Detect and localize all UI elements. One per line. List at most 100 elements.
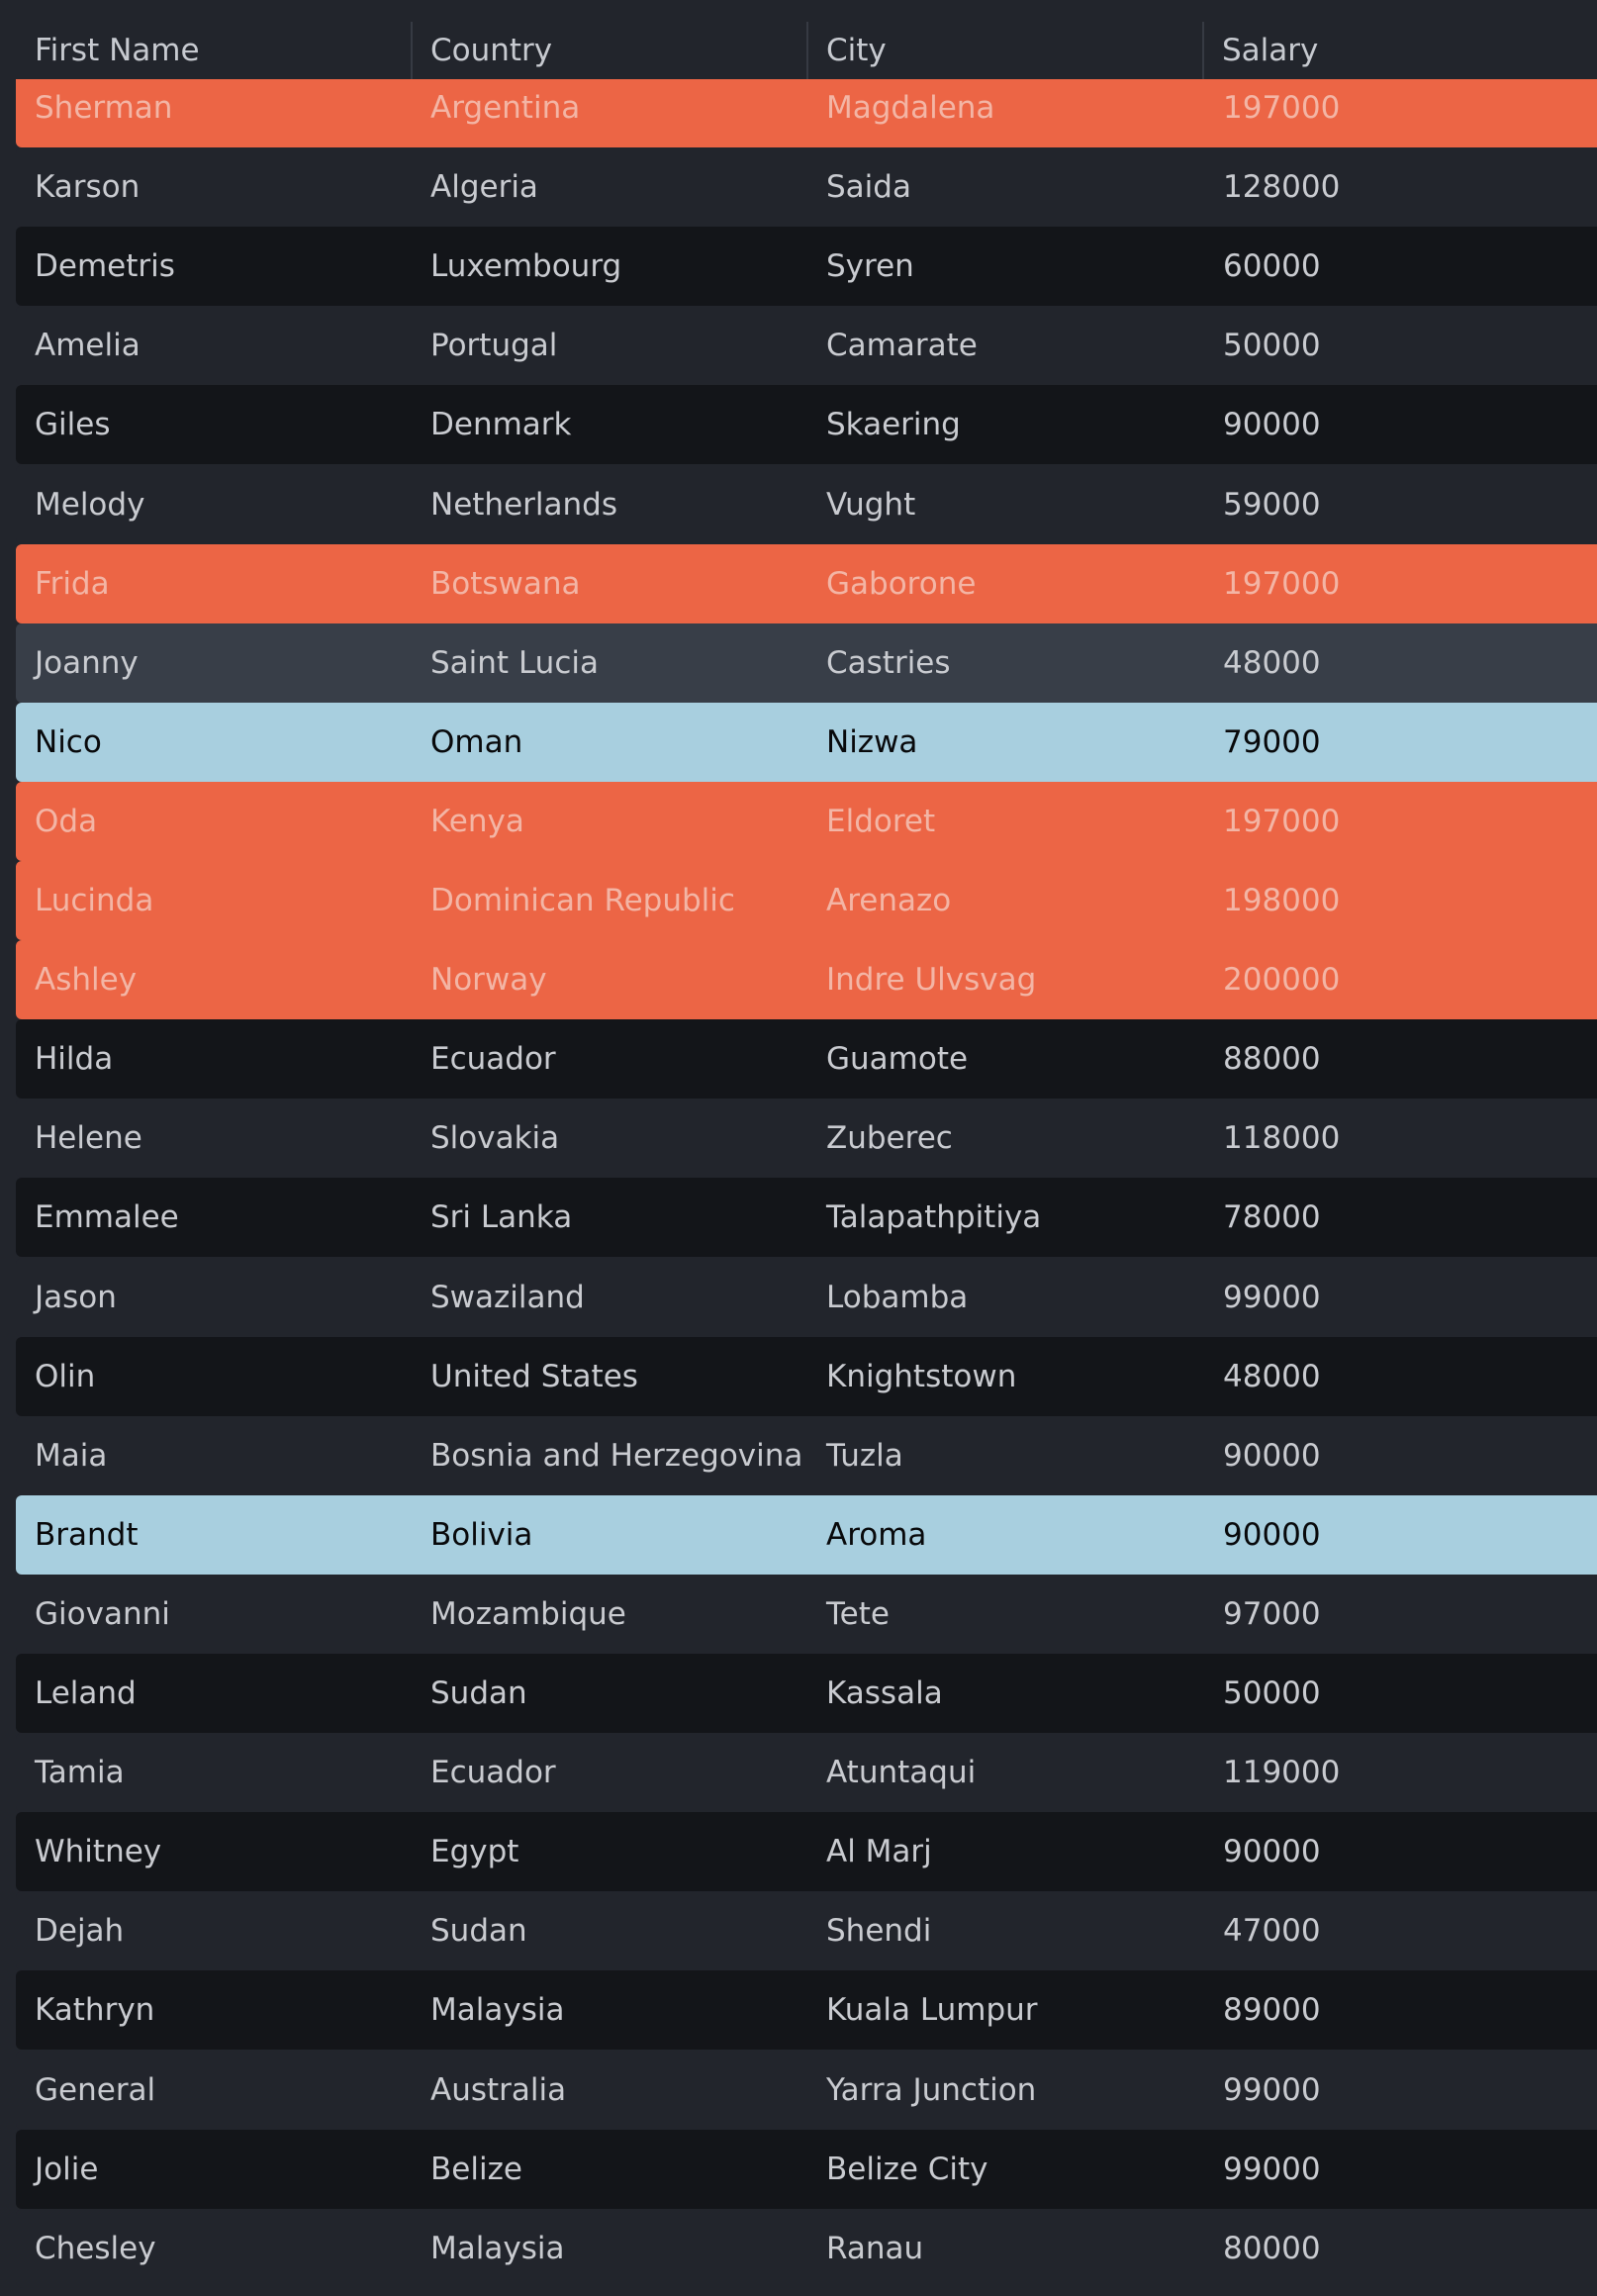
cell-salary: 128000 <box>1223 169 1341 205</box>
cell-first-name: Melody <box>35 487 145 523</box>
column-header-salary[interactable]: Salary <box>1203 0 1597 79</box>
cell-city: Tete <box>826 1596 890 1632</box>
cell-country: Kenya <box>430 804 524 839</box>
table-row[interactable]: Oda Kenya Eldoret 197000 <box>16 782 1597 861</box>
cell-country: Denmark <box>430 407 572 442</box>
cell-city: Eldoret <box>826 804 936 839</box>
cell-salary: 99000 <box>1223 2072 1321 2108</box>
cell-first-name: Giles <box>35 407 111 442</box>
cell-country: Bolivia <box>430 1517 533 1553</box>
cell-city: Indre Ulvsvag <box>826 962 1037 998</box>
table-row[interactable]: Ashley Norway Indre Ulvsvag 200000 <box>16 940 1597 1019</box>
cell-city: Skaering <box>826 407 961 442</box>
cell-first-name: Demetris <box>35 248 175 284</box>
cell-country: Ecuador <box>430 1041 556 1077</box>
cell-salary: 47000 <box>1223 1913 1321 1949</box>
table-row[interactable]: Melody Netherlands Vught 59000 <box>16 465 1597 544</box>
cell-city: Shendi <box>826 1913 932 1949</box>
table-row[interactable]: Demetris Luxembourg Syren 60000 <box>16 227 1597 306</box>
cell-first-name: Maia <box>35 1438 108 1474</box>
cell-first-name: Nico <box>35 724 102 760</box>
table-row[interactable]: Kathryn Malaysia Kuala Lumpur 89000 <box>16 1970 1597 2050</box>
column-header-country[interactable]: Country <box>412 0 807 79</box>
cell-city: Atuntaqui <box>826 1755 977 1790</box>
table-row[interactable]: Dejah Sudan Shendi 47000 <box>16 1891 1597 1970</box>
cell-first-name: Leland <box>35 1675 137 1711</box>
table-row[interactable]: Olin United States Knightstown 48000 <box>16 1337 1597 1416</box>
cell-city: Arenazo <box>826 883 952 918</box>
table-row[interactable]: Emmalee Sri Lanka Talapathpitiya 78000 <box>16 1178 1597 1257</box>
table-row[interactable]: Jason Swaziland Lobamba 99000 <box>16 1258 1597 1337</box>
table-row[interactable]: Whitney Egypt Al Marj 90000 <box>16 1812 1597 1891</box>
table-row[interactable]: Brandt Bolivia Aroma 90000 <box>16 1495 1597 1575</box>
cell-salary: 88000 <box>1223 1041 1321 1077</box>
cell-city: Belize City <box>826 2152 988 2187</box>
table-row[interactable]: Joanny Saint Lucia Castries 48000 <box>16 623 1597 703</box>
cell-country: Egypt <box>430 1834 519 1869</box>
cell-salary: 48000 <box>1223 645 1321 681</box>
cell-country: Algeria <box>430 169 538 205</box>
cell-city: Nizwa <box>826 724 918 760</box>
table-row[interactable]: Helene Slovakia Zuberec 118000 <box>16 1099 1597 1178</box>
table-row[interactable]: Frida Botswana Gaborone 197000 <box>16 544 1597 623</box>
cell-country: Mozambique <box>430 1596 626 1632</box>
cell-first-name: General <box>35 2072 156 2108</box>
cell-salary: 50000 <box>1223 1675 1321 1711</box>
table-row[interactable]: Nico Oman Nizwa 79000 <box>16 703 1597 782</box>
cell-country: Sri Lanka <box>430 1199 573 1235</box>
table-row[interactable]: Maia Bosnia and Herzegovina Tuzla 90000 <box>16 1416 1597 1495</box>
table-row[interactable]: Lucinda Dominican Republic Arenazo 198000 <box>16 861 1597 940</box>
table-row[interactable]: Tamia Ecuador Atuntaqui 119000 <box>16 1733 1597 1812</box>
cell-first-name: Brandt <box>35 1517 139 1553</box>
cell-city: Zuberec <box>826 1120 953 1156</box>
cell-first-name: Tamia <box>35 1755 125 1790</box>
cell-city: Kassala <box>826 1675 943 1711</box>
cell-city: Syren <box>826 248 914 284</box>
cell-salary: 50000 <box>1223 328 1321 363</box>
table-row[interactable]: Jolie Belize Belize City 99000 <box>16 2130 1597 2209</box>
table-row[interactable]: Amelia Portugal Camarate 50000 <box>16 306 1597 385</box>
cell-salary: 99000 <box>1223 2152 1321 2187</box>
cell-city: Magdalena <box>826 90 995 126</box>
table-row[interactable]: Giles Denmark Skaering 90000 <box>16 385 1597 464</box>
cell-salary: 118000 <box>1223 1120 1341 1156</box>
cell-country: Belize <box>430 2152 522 2187</box>
table-row[interactable]: Sherman Argentina Magdalena 197000 <box>16 68 1597 147</box>
cell-country: Portugal <box>430 328 558 363</box>
cell-country: Dominican Republic <box>430 883 735 918</box>
cell-first-name: Kathryn <box>35 1992 155 2028</box>
cell-salary: 97000 <box>1223 1596 1321 1632</box>
cell-country: United States <box>430 1359 638 1394</box>
grid-body: Sherman Argentina Magdalena 197000 Karson Alg… <box>16 0 1597 2296</box>
cell-country: Slovakia <box>430 1120 560 1156</box>
cell-first-name: Joanny <box>35 645 139 681</box>
cell-city: Camarate <box>826 328 978 363</box>
cell-first-name: Helene <box>35 1120 142 1156</box>
column-header-first-name[interactable]: First Name <box>16 0 412 79</box>
cell-city: Ranau <box>826 2231 924 2266</box>
table-row[interactable]: Karson Algeria Saida 128000 <box>16 147 1597 227</box>
cell-salary: 78000 <box>1223 1199 1321 1235</box>
cell-country: Swaziland <box>430 1280 585 1315</box>
cell-salary: 90000 <box>1223 1438 1321 1474</box>
column-header-city[interactable]: City <box>807 0 1203 79</box>
cell-first-name: Amelia <box>35 328 141 363</box>
cell-first-name: Chesley <box>35 2231 156 2266</box>
table-row[interactable]: Leland Sudan Kassala 50000 <box>16 1654 1597 1733</box>
cell-country: Netherlands <box>430 487 617 523</box>
table-row[interactable]: Chesley Malaysia Ranau 80000 <box>16 2209 1597 2288</box>
cell-first-name: Karson <box>35 169 141 205</box>
cell-salary: 90000 <box>1223 1517 1321 1553</box>
table-row[interactable]: Hilda Ecuador Guamote 88000 <box>16 1019 1597 1099</box>
cell-city: Castries <box>826 645 951 681</box>
cell-salary: 79000 <box>1223 724 1321 760</box>
table-row[interactable]: Giovanni Mozambique Tete 97000 <box>16 1575 1597 1654</box>
table-row[interactable]: General Australia Yarra Junction 99000 <box>16 2051 1597 2130</box>
cell-country: Saint Lucia <box>430 645 599 681</box>
cell-first-name: Sherman <box>35 90 173 126</box>
cell-city: Saida <box>826 169 911 205</box>
cell-salary: 197000 <box>1223 804 1341 839</box>
cell-country: Malaysia <box>430 2231 565 2266</box>
cell-salary: 99000 <box>1223 1280 1321 1315</box>
cell-city: Talapathpitiya <box>826 1199 1042 1235</box>
